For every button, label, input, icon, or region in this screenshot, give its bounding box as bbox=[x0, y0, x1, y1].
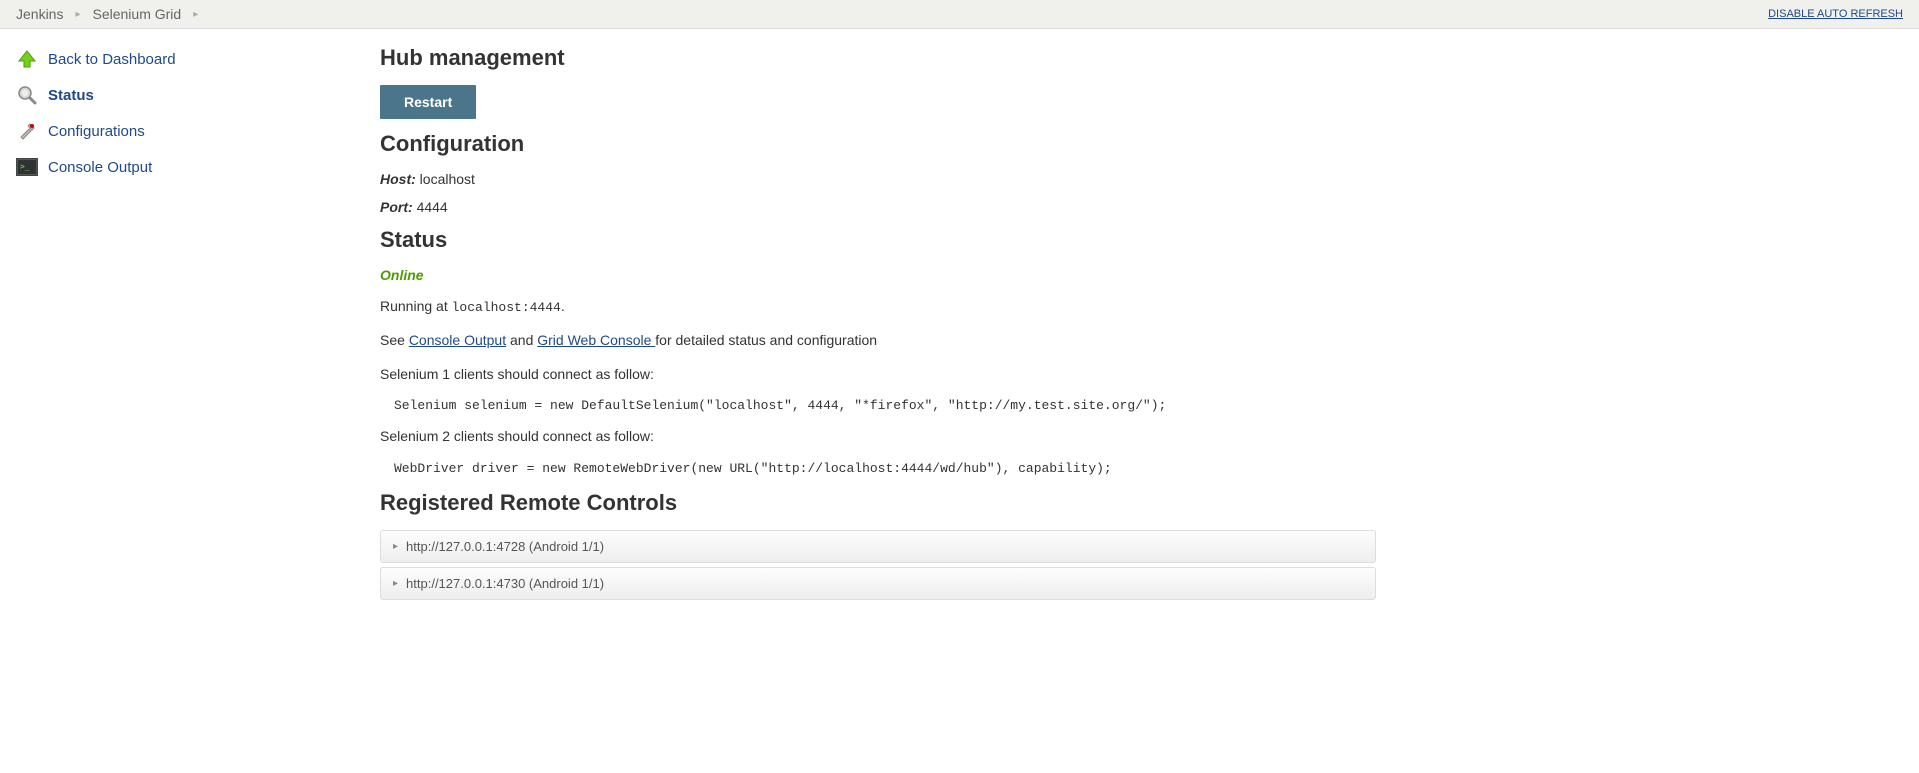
up-arrow-icon bbox=[16, 48, 38, 70]
status-title: Status bbox=[380, 227, 1376, 253]
breadcrumb-selenium-grid[interactable]: Selenium Grid bbox=[93, 6, 182, 22]
configuration-title: Configuration bbox=[380, 131, 1376, 157]
port-value: 4444 bbox=[417, 199, 448, 215]
chevron-right-icon: ▸ bbox=[75, 9, 80, 20]
status-value: Online bbox=[380, 267, 1376, 283]
sidebar-item-console-output[interactable]: >_ Console Output bbox=[16, 149, 380, 185]
main-content: Hub management Restart Configuration Hos… bbox=[380, 29, 1400, 628]
breadcrumb-jenkins[interactable]: Jenkins bbox=[16, 6, 63, 22]
chevron-right-icon: ▸ bbox=[393, 541, 398, 552]
host-label: Host: bbox=[380, 171, 416, 187]
console-icon: >_ bbox=[16, 156, 38, 178]
running-suffix: . bbox=[561, 298, 565, 314]
console-output-link[interactable]: Console Output bbox=[409, 332, 506, 348]
sel2-client-text: Selenium 2 clients should connect as fol… bbox=[380, 427, 1376, 447]
see-suffix: for detailed status and configuration bbox=[655, 332, 877, 348]
tools-icon bbox=[16, 120, 38, 142]
hub-management-title: Hub management bbox=[380, 45, 1376, 71]
grid-web-console-link[interactable]: Grid Web Console bbox=[537, 332, 655, 348]
remote-controls-list: ▸ http://127.0.0.1:4728 (Android 1/1) ▸ … bbox=[380, 530, 1376, 600]
sidebar-item-status[interactable]: Status bbox=[16, 77, 380, 113]
sidebar: Back to Dashboard Status Configurations … bbox=[0, 29, 380, 628]
running-address: localhost:4444 bbox=[452, 300, 561, 315]
chevron-right-icon: ▸ bbox=[393, 578, 398, 589]
see-links-text: See Console Output and Grid Web Console … bbox=[380, 331, 1376, 351]
breadcrumb: Jenkins ▸ Selenium Grid ▸ bbox=[16, 6, 198, 22]
sel1-code-block: Selenium selenium = new DefaultSelenium(… bbox=[394, 398, 1376, 413]
sidebar-item-label: Console Output bbox=[48, 159, 152, 176]
sidebar-item-configurations[interactable]: Configurations bbox=[16, 113, 380, 149]
config-host: Host: localhost bbox=[380, 171, 1376, 187]
restart-button[interactable]: Restart bbox=[380, 85, 476, 119]
running-prefix: Running at bbox=[380, 298, 452, 314]
remote-control-item[interactable]: ▸ http://127.0.0.1:4730 (Android 1/1) bbox=[380, 567, 1376, 600]
sel2-code-block: WebDriver driver = new RemoteWebDriver(n… bbox=[394, 461, 1376, 476]
remote-control-label: http://127.0.0.1:4728 (Android 1/1) bbox=[406, 539, 604, 554]
svg-text:>_: >_ bbox=[20, 162, 30, 171]
sidebar-item-label: Configurations bbox=[48, 123, 145, 140]
config-port: Port: 4444 bbox=[380, 199, 1376, 215]
port-label: Port: bbox=[380, 199, 413, 215]
registered-remote-controls-title: Registered Remote Controls bbox=[380, 490, 1376, 516]
search-icon bbox=[16, 84, 38, 106]
remote-control-item[interactable]: ▸ http://127.0.0.1:4728 (Android 1/1) bbox=[380, 530, 1376, 563]
sel1-client-text: Selenium 1 clients should connect as fol… bbox=[380, 365, 1376, 385]
remote-control-label: http://127.0.0.1:4730 (Android 1/1) bbox=[406, 576, 604, 591]
sidebar-item-label: Status bbox=[48, 87, 94, 104]
breadcrumb-bar: Jenkins ▸ Selenium Grid ▸ DISABLE AUTO R… bbox=[0, 0, 1919, 29]
sidebar-item-back-to-dashboard[interactable]: Back to Dashboard bbox=[16, 41, 380, 77]
disable-auto-refresh-link[interactable]: DISABLE AUTO REFRESH bbox=[1768, 8, 1903, 20]
see-prefix: See bbox=[380, 332, 409, 348]
host-value: localhost bbox=[420, 171, 475, 187]
see-and: and bbox=[506, 332, 537, 348]
sidebar-item-label: Back to Dashboard bbox=[48, 51, 176, 68]
running-at-text: Running at localhost:4444. bbox=[380, 297, 1376, 317]
chevron-right-icon: ▸ bbox=[193, 9, 198, 20]
